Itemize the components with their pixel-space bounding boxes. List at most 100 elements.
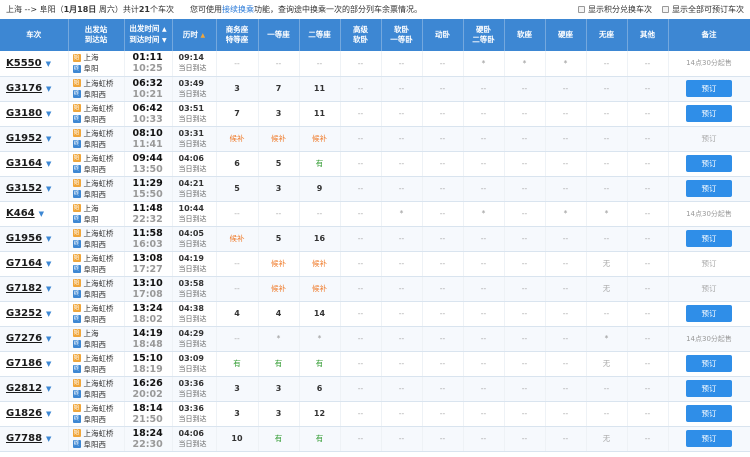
train-number-link[interactable]: G1956 [6, 233, 42, 244]
sort-icon[interactable]: ▲ [201, 32, 206, 39]
chevron-down-icon[interactable]: ▼ [46, 235, 51, 243]
chevron-down-icon[interactable]: ▼ [46, 135, 51, 143]
chevron-down-icon[interactable]: ▼ [46, 435, 51, 443]
chevron-down-icon[interactable]: ▼ [46, 285, 51, 293]
train-cell[interactable]: G3252 ▼ [0, 301, 69, 327]
seat-cell[interactable]: 候补 [216, 226, 259, 252]
seat-cell[interactable]: 候补 [299, 126, 341, 152]
sort-up-icon[interactable]: ▲ [162, 26, 167, 33]
seat-cell: -- [627, 176, 669, 202]
seat-cell: 6 [299, 376, 341, 402]
show-points-option[interactable]: 显示积分兑换车次 [578, 4, 652, 15]
points-checkbox[interactable] [578, 6, 585, 13]
seat-cell: 11 [299, 101, 341, 127]
train-number-link[interactable]: G7186 [6, 358, 42, 369]
train-number-link[interactable]: G7788 [6, 433, 42, 444]
book-button[interactable]: 预订 [686, 405, 732, 422]
train-cell[interactable]: G7164 ▼ [0, 251, 69, 277]
seat-cell: -- [545, 101, 587, 127]
train-cell[interactable]: G3176 ▼ [0, 76, 69, 102]
train-cell[interactable]: G1956 ▼ [0, 226, 69, 252]
train-number-link[interactable]: G7182 [6, 283, 42, 294]
seat-cell[interactable]: 候补 [216, 126, 259, 152]
chevron-down-icon[interactable]: ▼ [46, 60, 51, 68]
train-cell[interactable]: G2812 ▼ [0, 376, 69, 402]
train-cell[interactable]: G7182 ▼ [0, 276, 69, 302]
seat-cell[interactable]: 候补 [299, 276, 341, 302]
seat-cell: 4 [216, 301, 259, 327]
chevron-down-icon[interactable]: ▼ [46, 310, 51, 318]
chevron-down-icon[interactable]: ▼ [39, 210, 44, 218]
seat-cell: -- [422, 51, 464, 77]
remark-cell: 14点30分起售 [668, 201, 750, 227]
chevron-down-icon[interactable]: ▼ [46, 185, 51, 193]
header-adv-soft: 高级 软卧 [340, 19, 382, 51]
station-cell: 始上海终阜阳 [68, 51, 125, 77]
header-time[interactable]: 出发时间 ▲ 到达时间 ▼ [124, 19, 173, 51]
chevron-down-icon[interactable]: ▼ [46, 85, 51, 93]
table-row: G1826 ▼ 始上海虹桥终阜阳西 18:14 21:50 03:36 当日到达 3 3 12 --… [0, 401, 750, 427]
train-number-link[interactable]: G1826 [6, 408, 42, 419]
seat-cell: -- [340, 151, 382, 177]
end-station-icon: 终 [72, 340, 81, 348]
train-number-link[interactable]: G1952 [6, 133, 42, 144]
book-button[interactable]: 预订 [686, 180, 732, 197]
train-number-link[interactable]: G7276 [6, 333, 42, 344]
train-number-link[interactable]: G7164 [6, 258, 42, 269]
train-cell[interactable]: K464 ▼ [0, 201, 69, 227]
chevron-down-icon[interactable]: ▼ [46, 110, 51, 118]
train-cell[interactable]: G7186 ▼ [0, 351, 69, 377]
train-number-link[interactable]: G3152 [6, 183, 42, 194]
chevron-down-icon[interactable]: ▼ [46, 360, 51, 368]
book-button[interactable]: 预订 [686, 230, 732, 247]
station-cell: 始上海终阜阳 [68, 201, 125, 227]
book-button[interactable]: 预订 [686, 105, 732, 122]
book-button[interactable]: 预订 [686, 355, 732, 372]
train-cell[interactable]: G7276 ▼ [0, 326, 69, 352]
seat-cell: -- [422, 176, 464, 202]
duration-cell: 03:09 当日到达 [172, 351, 217, 377]
chevron-down-icon[interactable]: ▼ [46, 335, 51, 343]
book-button[interactable]: 预订 [686, 155, 732, 172]
train-cell[interactable]: K5550 ▼ [0, 51, 69, 77]
train-cell[interactable]: G1826 ▼ [0, 401, 69, 427]
book-button[interactable]: 预订 [686, 80, 732, 97]
header-duration[interactable]: 历时 ▲ [172, 19, 217, 51]
train-number-link[interactable]: G3252 [6, 308, 42, 319]
table-row: G3164 ▼ 始上海虹桥终阜阳西 09:44 13:50 04:06 当日到达 6 5 有 -- -… [0, 151, 750, 177]
train-cell[interactable]: G3180 ▼ [0, 101, 69, 127]
train-number-link[interactable]: G3180 [6, 108, 42, 119]
seat-cell[interactable]: 候补 [258, 276, 300, 302]
chevron-down-icon[interactable]: ▼ [46, 260, 51, 268]
time-cell: 06:42 10:33 [124, 101, 173, 127]
show-all-option[interactable]: 显示全部可预订车次 [662, 4, 744, 15]
table-row: G7164 ▼ 始上海虹桥终阜阳西 13:08 17:27 04:19 当日到达 -- 候补 候补… [0, 251, 750, 277]
train-cell[interactable]: G3164 ▼ [0, 151, 69, 177]
remark-cell: 预订 [668, 176, 750, 202]
train-cell[interactable]: G1952 ▼ [0, 126, 69, 152]
start-station-icon: 始 [72, 53, 81, 62]
book-button[interactable]: 预订 [686, 305, 732, 322]
chevron-down-icon[interactable]: ▼ [46, 385, 51, 393]
chevron-down-icon[interactable]: ▼ [46, 410, 51, 418]
time-cell: 14:19 18:48 [124, 326, 173, 352]
seat-cell[interactable]: 候补 [258, 251, 300, 277]
sort-down-icon[interactable]: ▼ [162, 37, 167, 44]
train-number-link[interactable]: G2812 [6, 383, 42, 394]
train-cell[interactable]: G7788 ▼ [0, 426, 69, 452]
book-button[interactable]: 预订 [686, 380, 732, 397]
seat-cell: -- [216, 201, 259, 227]
table-row: G3176 ▼ 始上海虹桥终阜阳西 06:32 10:21 03:49 当日到达 3 7 11 --… [0, 76, 750, 102]
train-number-link[interactable]: K464 [6, 208, 35, 219]
duration-cell: 09:14 当日到达 [172, 51, 217, 77]
transfer-link[interactable]: 接续换乘 [222, 5, 254, 14]
train-cell[interactable]: G3152 ▼ [0, 176, 69, 202]
chevron-down-icon[interactable]: ▼ [46, 160, 51, 168]
train-number-link[interactable]: K5550 [6, 58, 42, 69]
all-checkbox[interactable] [662, 6, 669, 13]
book-button[interactable]: 预订 [686, 430, 732, 447]
train-number-link[interactable]: G3176 [6, 83, 42, 94]
seat-cell[interactable]: 候补 [299, 251, 341, 277]
train-number-link[interactable]: G3164 [6, 158, 42, 169]
seat-cell[interactable]: 候补 [258, 126, 300, 152]
